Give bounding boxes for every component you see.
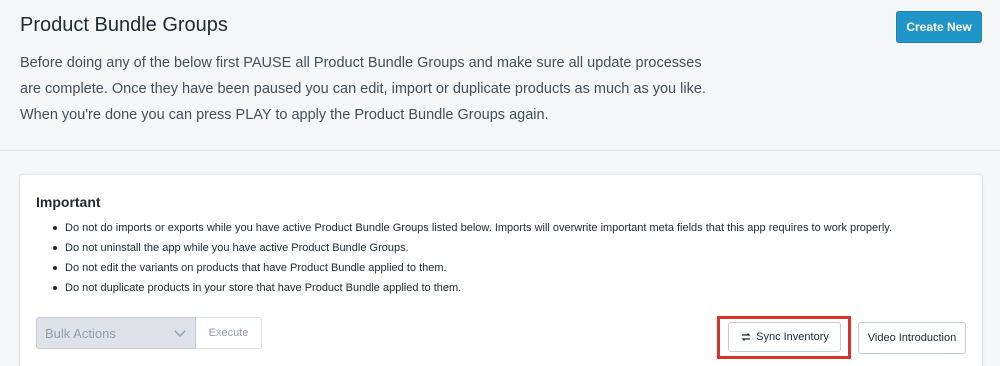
page-title: Product Bundle Groups (20, 14, 228, 36)
rule-item: Do not duplicate products in your store … (50, 278, 970, 298)
important-rules-list: Do not do imports or exports while you h… (50, 218, 970, 298)
intro-text: Before doing any of the below first PAUS… (20, 55, 706, 123)
execute-button[interactable]: Execute (196, 317, 262, 349)
create-new-button[interactable]: Create New (896, 11, 982, 43)
bulk-actions-label: Bulk Actions (45, 325, 116, 341)
important-card: Important Do not do imports or exports w… (20, 175, 982, 366)
bulk-actions-select[interactable]: Bulk Actions (36, 317, 196, 349)
page-header: Product Bundle Groups Create New Before … (0, 0, 1000, 151)
chevron-down-icon (174, 330, 186, 338)
rule-item: Do not do imports or exports while you h… (50, 218, 970, 238)
refresh-icon (741, 333, 751, 341)
important-title: Important (36, 194, 101, 210)
sync-inventory-label: Sync Inventory (756, 331, 829, 343)
sync-inventory-button[interactable]: Sync Inventory (728, 322, 841, 352)
rule-item: Do not edit the variants on products tha… (50, 258, 970, 278)
video-introduction-button[interactable]: Video Introduction (858, 322, 966, 354)
rule-item: Do not uninstall the app while you have … (50, 238, 970, 258)
